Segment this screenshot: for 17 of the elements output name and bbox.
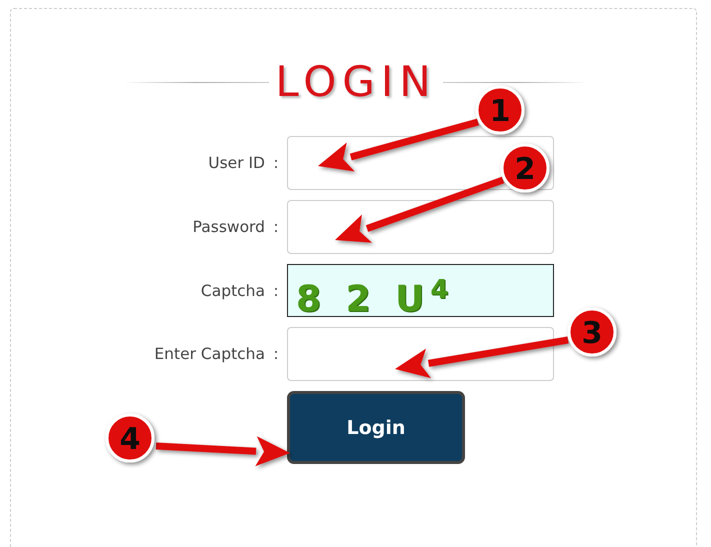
number-badge: 3	[568, 308, 616, 356]
field-label: User ID	[207, 154, 265, 172]
label-colon: :	[272, 218, 280, 236]
input-field[interactable]	[287, 327, 554, 381]
label-colon: :	[272, 154, 280, 172]
label-colon: :	[272, 345, 280, 363]
number-badge: 1	[476, 86, 524, 134]
login-title: LOGIN	[274, 57, 438, 107]
field-label: Captcha	[200, 282, 265, 300]
login-button[interactable]: Login	[287, 391, 465, 464]
field-label: Password	[192, 218, 265, 236]
field-label: Enter Captcha	[153, 345, 265, 363]
label-colon: :	[272, 282, 280, 300]
captcha-image: 8 2 U$^{4}$	[287, 264, 554, 317]
number-badge: 4	[106, 414, 154, 462]
password-field[interactable]	[287, 200, 554, 254]
number-badge: 2	[500, 144, 550, 192]
